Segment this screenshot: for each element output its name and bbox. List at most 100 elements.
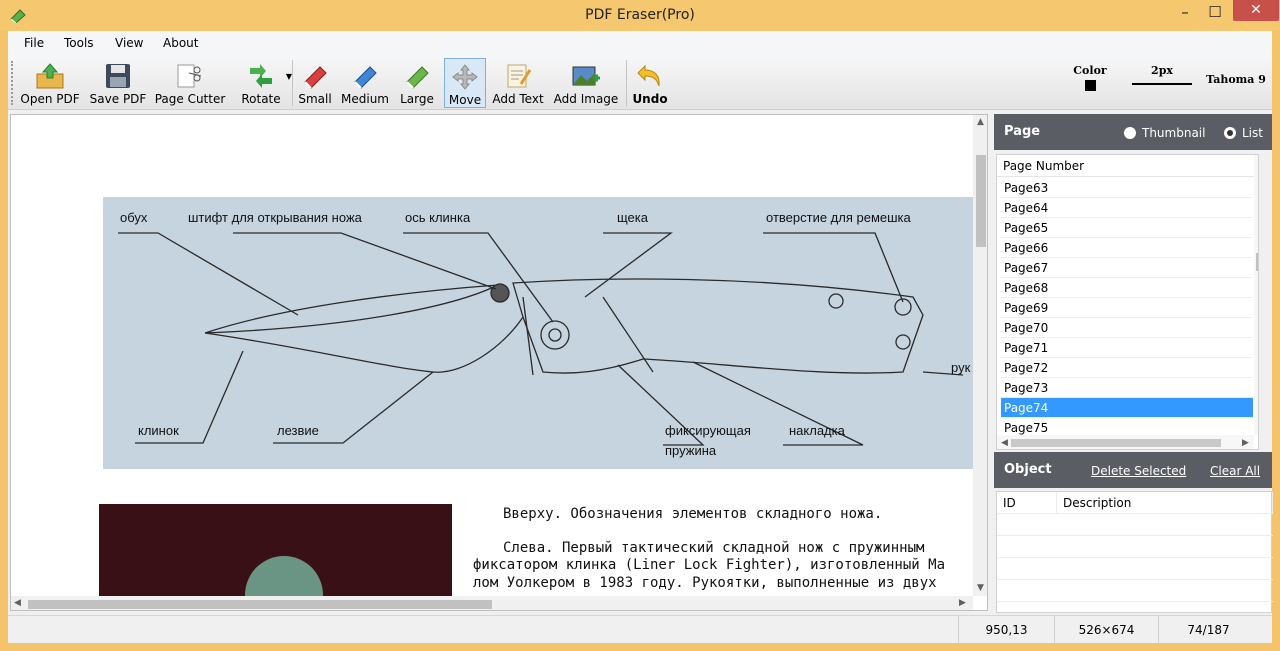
label-shtift: штифт для открывания ножа	[188, 210, 362, 225]
page-list-hscrollbar[interactable]: ◀ ▶	[997, 435, 1254, 449]
label-pruzhina: пружина	[665, 443, 717, 458]
knife-photo	[99, 504, 452, 596]
maximize-button[interactable]: ☐	[1202, 0, 1228, 26]
page-list-item[interactable]: Page68	[1001, 278, 1253, 298]
page-list-vscrollbar[interactable]	[1254, 155, 1258, 435]
color-picker[interactable]: Color	[1070, 64, 1110, 91]
close-button[interactable]: ✕	[1233, 0, 1279, 21]
add-text-icon	[507, 64, 532, 88]
clear-all-link[interactable]: Clear All	[1210, 464, 1260, 478]
page-list-header: Page Number	[997, 155, 1254, 177]
move-button[interactable]: Move	[444, 58, 486, 108]
page-list-item-selected[interactable]: Page74	[1001, 398, 1253, 418]
object-panel-title: Object	[1004, 462, 1052, 477]
delete-selected-link[interactable]: Delete Selected	[1091, 464, 1186, 478]
label-klinok: клинок	[138, 423, 179, 438]
menu-tools[interactable]: Tools	[56, 31, 102, 56]
page-list-vscroll-thumb[interactable]	[1256, 253, 1258, 271]
eraser-large-button[interactable]: Large	[394, 58, 440, 108]
toolbar-separator	[626, 60, 627, 106]
page-list-item[interactable]: Page72	[1001, 358, 1253, 378]
rotate-button[interactable]: Rotate ▼	[230, 58, 292, 108]
knife-handle-shape	[245, 556, 323, 596]
color-label: Color	[1073, 64, 1107, 77]
page-list-item[interactable]: Page67	[1001, 258, 1253, 278]
page-list-item[interactable]: Page73	[1001, 378, 1253, 398]
add-text-button[interactable]: Add Text	[488, 58, 548, 108]
page-list-item[interactable]: Page69	[1001, 298, 1253, 318]
eraser-small-button[interactable]: Small	[294, 58, 336, 108]
object-table[interactable]: ID Description	[996, 491, 1273, 613]
viewer-hscroll-thumb[interactable]	[28, 600, 492, 609]
save-pdf-button[interactable]: Save PDF	[86, 58, 150, 108]
eraser-medium-button[interactable]: Medium	[338, 58, 392, 108]
viewer-horizontal-scrollbar[interactable]: ◀ ▶	[11, 596, 973, 610]
table-row	[997, 536, 1273, 558]
open-pdf-button[interactable]: Open PDF	[18, 58, 82, 108]
move-label: Move	[448, 93, 482, 107]
page-list-item[interactable]: Page70	[1001, 318, 1253, 338]
table-row	[997, 558, 1273, 580]
client-area: File Tools View About Open PDF Save PDF …	[8, 31, 1273, 644]
scroll-up-icon[interactable]: ▲	[977, 117, 984, 127]
toolbar-grip[interactable]	[11, 61, 14, 105]
label-os-klinka: ось клинка	[405, 210, 471, 225]
window-title: PDF Eraser(Pro)	[585, 7, 695, 23]
add-image-button[interactable]: Add Image	[550, 58, 622, 108]
list-scroll-left-icon[interactable]: ◀	[1001, 438, 1008, 448]
body-line-2: фиксатором клинка (Liner Lock Fighter), …	[473, 557, 946, 573]
radio-off-icon	[1124, 127, 1136, 139]
column-description[interactable]: Description	[1057, 492, 1273, 514]
thumbnail-radio-label: Thumbnail	[1142, 126, 1206, 140]
minimize-button[interactable]: –	[1168, 0, 1202, 26]
page-panel-title: Page	[1004, 124, 1041, 139]
page-list-item[interactable]: Page71	[1001, 338, 1253, 358]
add-text-label: Add Text	[492, 92, 544, 106]
blue-eraser-icon	[354, 66, 377, 89]
caption-line-1: Вверху. Обозначения элементов складного …	[503, 506, 883, 522]
list-scroll-right-icon[interactable]: ▶	[1242, 438, 1249, 448]
list-radio-label: List	[1242, 126, 1263, 140]
object-table-header: ID Description	[997, 492, 1273, 514]
large-label: Large	[400, 92, 434, 106]
add-image-icon	[572, 66, 600, 86]
undo-button[interactable]: Undo	[630, 58, 670, 108]
scroll-left-icon[interactable]: ◀	[14, 598, 21, 608]
medium-label: Medium	[341, 92, 389, 106]
red-eraser-icon	[304, 66, 327, 89]
menu-file[interactable]: File	[16, 31, 52, 56]
page-list-item[interactable]: Page63	[1001, 178, 1253, 198]
label-obukh: обух	[120, 210, 148, 225]
menu-view[interactable]: View	[107, 31, 151, 56]
scroll-down-icon[interactable]: ▼	[977, 583, 984, 593]
page-list-hscroll-thumb[interactable]	[1011, 439, 1221, 447]
knife-diagram-image: обух штифт для открывания ножа ось клинк…	[103, 197, 973, 469]
color-swatch[interactable]	[1084, 80, 1096, 91]
rotate-label: Rotate	[241, 92, 281, 106]
page-panel-header: Page Thumbnail List	[994, 114, 1272, 150]
page-cutter-button[interactable]: Page Cutter	[152, 58, 228, 108]
viewer-vscroll-thumb[interactable]	[976, 155, 986, 247]
status-coords: 950,13	[958, 616, 1054, 644]
label-ruk: рук	[951, 360, 971, 375]
thumbnail-radio[interactable]: Thumbnail	[1124, 126, 1205, 140]
page-list-item[interactable]: Page64	[1001, 198, 1253, 218]
page-list-item[interactable]: Page66	[1001, 238, 1253, 258]
scissors-page-icon	[177, 64, 202, 88]
body-line-1: Слева. Первый тактический складной нож с…	[503, 540, 925, 556]
scroll-right-icon[interactable]: ▶	[959, 598, 966, 608]
app-window: PDF Eraser(Pro) – ☐ ✕ File Tools View Ab…	[0, 0, 1280, 651]
menu-about[interactable]: About	[155, 31, 206, 56]
small-label: Small	[298, 92, 332, 106]
brush-size-line	[1132, 83, 1192, 85]
brush-size-selector[interactable]: 2px	[1132, 64, 1192, 85]
column-id[interactable]: ID	[997, 492, 1057, 514]
list-radio[interactable]: List	[1224, 126, 1263, 140]
page-list[interactable]: Page Number Page63 Page64 Page65 Page66 …	[996, 154, 1259, 450]
table-row	[997, 514, 1273, 536]
pdf-viewer[interactable]: обух штифт для открывания ножа ось клинк…	[10, 114, 988, 611]
brush-size-label: 2px	[1151, 64, 1173, 77]
viewer-vertical-scrollbar[interactable]: ▲ ▼	[973, 115, 987, 596]
font-selector[interactable]: Tahoma 9	[1204, 73, 1268, 86]
page-list-item[interactable]: Page65	[1001, 218, 1253, 238]
